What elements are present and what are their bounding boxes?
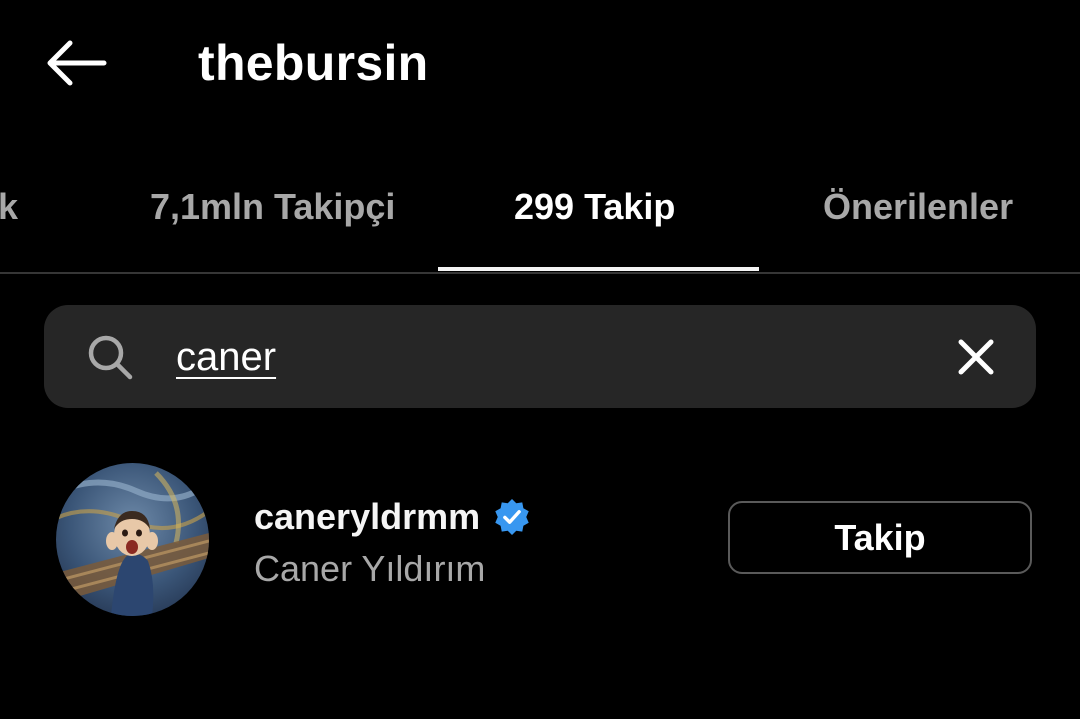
- top-bar: thebursin: [0, 0, 1080, 130]
- follow-tabs: k 7,1mln Takipçi 299 Takip Önerilenler: [0, 150, 1080, 274]
- username[interactable]: caneryldrmm: [254, 493, 480, 541]
- full-name: Caner Yıldırım: [254, 548, 486, 589]
- search-icon: [88, 335, 133, 380]
- search-input[interactable]: [176, 329, 916, 385]
- avatar-image: [56, 463, 209, 616]
- tab-following[interactable]: 299 Takip: [514, 182, 675, 232]
- verified-badge-icon: [495, 498, 529, 536]
- profile-username-title: thebursin: [198, 35, 429, 91]
- tab-divider: [0, 272, 1080, 274]
- list-item[interactable]: caneryldrmm Caner Yıldırım Takip: [0, 455, 1080, 625]
- tab-partial[interactable]: k: [0, 182, 18, 232]
- follow-button[interactable]: Takip: [728, 501, 1032, 574]
- active-tab-indicator: [438, 267, 759, 271]
- close-icon[interactable]: [952, 333, 1000, 381]
- tab-suggested[interactable]: Önerilenler: [823, 182, 1013, 232]
- back-button[interactable]: [40, 30, 112, 96]
- search-bar[interactable]: [44, 305, 1036, 408]
- username-line: caneryldrmm: [254, 493, 531, 541]
- arrow-left-icon: [47, 40, 107, 86]
- avatar[interactable]: [56, 463, 209, 616]
- tab-followers[interactable]: 7,1mln Takipçi: [150, 182, 395, 232]
